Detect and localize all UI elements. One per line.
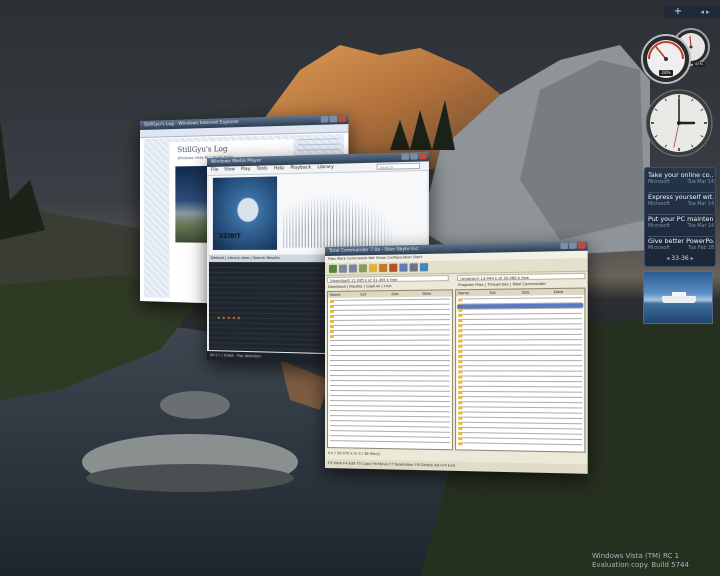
- menu-tools[interactable]: Tools: [256, 165, 267, 173]
- ftp-icon[interactable]: [399, 263, 408, 272]
- pack-icon[interactable]: [379, 263, 388, 273]
- maximize-button[interactable]: [569, 242, 577, 249]
- window-controls: [560, 242, 586, 250]
- feed-date: Tue Mar 14: [687, 202, 714, 207]
- album-cover: XZIBIT: [212, 176, 278, 250]
- minimize-button[interactable]: [560, 242, 569, 250]
- rock-small: [160, 391, 230, 419]
- col-ext[interactable]: Ext: [358, 291, 389, 297]
- media-player-title: Windows Media Player: [210, 158, 262, 165]
- slideshow-boat: [662, 296, 696, 303]
- feed-item[interactable]: Put your PC mainten... Microsoft Tue Mar …: [648, 215, 714, 235]
- evaluation-watermark: Windows Vista (TM) RC 1 Evaluation copy.…: [592, 552, 720, 570]
- windows-sidebar: + ◂ ▸ 28% 47% Take your online co... Mic…: [640, 0, 720, 576]
- maximize-button[interactable]: [410, 153, 418, 160]
- rock-large-shadow: [86, 464, 294, 492]
- full-view-icon[interactable]: [348, 264, 357, 273]
- menu-play[interactable]: Play: [241, 166, 250, 174]
- feed-next-button[interactable]: ▸: [691, 255, 694, 262]
- feed-title: Put your PC mainten...: [648, 215, 714, 223]
- memory-percent: 47%: [693, 62, 705, 67]
- cpu-meter-gadget[interactable]: 28% 47%: [641, 25, 715, 85]
- close-button[interactable]: [577, 242, 586, 249]
- minimize-button[interactable]: [320, 116, 329, 123]
- add-gadget-button[interactable]: +: [672, 6, 684, 18]
- slideshow-gadget[interactable]: [643, 271, 713, 324]
- folder-icons: [329, 299, 334, 340]
- close-button[interactable]: [419, 152, 427, 160]
- col-name[interactable]: Name: [456, 290, 487, 297]
- sidebar-toolbar: + ◂ ▸: [664, 6, 720, 18]
- feed-item[interactable]: Take your online co... Microsoft Tue Mar …: [648, 171, 714, 191]
- feed-item[interactable]: Express yourself wit... Microsoft Tue Mar…: [648, 193, 714, 213]
- feed-source: Microsoft: [648, 246, 670, 251]
- feed-prev-button[interactable]: ◂: [666, 255, 669, 262]
- feed-title: Express yourself wit...: [648, 193, 714, 201]
- search-icon[interactable]: [409, 263, 418, 272]
- right-file-list[interactable]: [458, 297, 583, 450]
- feed-range: 33-36: [671, 255, 689, 262]
- unpack-icon[interactable]: [389, 263, 398, 272]
- col-date[interactable]: Date: [552, 289, 585, 296]
- clock-face: [645, 89, 713, 157]
- col-date[interactable]: Date: [420, 290, 452, 297]
- maximize-button[interactable]: [329, 115, 338, 123]
- watermark-line-2: Evaluation copy. Build 5744: [592, 561, 689, 569]
- folder-icons: [458, 298, 463, 448]
- col-size[interactable]: Size: [389, 291, 420, 297]
- slideshow-boat-cabin: [672, 292, 686, 296]
- media-search-input[interactable]: Search: [376, 162, 421, 170]
- blog-title[interactable]: StillGyu's Log: [177, 145, 227, 154]
- col-ext[interactable]: Ext: [488, 289, 520, 296]
- feed-title: Give better PowerPo...: [648, 237, 714, 245]
- total-commander-window[interactable]: Total Commander 7.0a - Stan Sbyte Inc. F…: [325, 241, 588, 474]
- gadget-nav-arrows[interactable]: ◂ ▸: [694, 6, 716, 18]
- menu-help[interactable]: Help: [274, 165, 284, 173]
- rating-stars[interactable]: ★★★★★: [217, 316, 242, 321]
- menu-file[interactable]: File: [211, 167, 218, 175]
- cpu-percent: 28%: [659, 70, 673, 76]
- menu-view[interactable]: View: [224, 166, 235, 174]
- clock-gadget[interactable]: [644, 88, 714, 158]
- window-controls: [401, 152, 427, 160]
- feed-headlines-gadget: Take your online co... Microsoft Tue Mar …: [644, 167, 716, 267]
- close-button[interactable]: [338, 115, 347, 123]
- col-name[interactable]: Name: [328, 292, 358, 298]
- feed-date: Tue Feb 28: [688, 246, 714, 251]
- album-text: XZIBIT: [218, 232, 241, 240]
- tc-title: Total Commander 7.0a - Stan Sbyte Inc.: [328, 246, 420, 254]
- feed-date: Tue Mar 14: [687, 224, 714, 229]
- feed-source: Microsoft: [648, 224, 670, 229]
- feed-source: Microsoft: [648, 180, 670, 185]
- folder-icon[interactable]: [368, 264, 378, 273]
- right-file-panel[interactable]: Name Ext Size Date: [455, 287, 586, 453]
- brief-view-icon[interactable]: [338, 264, 347, 273]
- feed-title: Take your online co...: [648, 171, 714, 179]
- watermark-line-1: Windows Vista (TM) RC 1: [592, 552, 680, 560]
- right-column-headers: Name Ext Size Date: [456, 288, 585, 297]
- now-playing-area: XZIBIT: [208, 170, 427, 254]
- feed-source: Microsoft: [648, 202, 670, 207]
- window-controls: [320, 115, 347, 123]
- library-pane[interactable]: ★★★★★: [208, 262, 329, 354]
- left-column-headers: Name Ext Size Date: [327, 290, 452, 298]
- refresh-icon[interactable]: [328, 264, 337, 273]
- menu-playback[interactable]: Playback: [290, 164, 311, 173]
- menu-library[interactable]: Library: [317, 164, 333, 173]
- col-size[interactable]: Size: [519, 289, 551, 296]
- visualization: [283, 192, 400, 248]
- left-file-panel[interactable]: Name Ext Size Date: [326, 289, 453, 451]
- sync-icon[interactable]: [419, 263, 429, 272]
- cpu-meter-graphic: [641, 28, 710, 84]
- feed-pager: ◂ 33-36 ▸: [645, 254, 715, 264]
- feed-date: Tue Mar 14: [687, 180, 714, 185]
- left-file-list[interactable]: [329, 298, 450, 448]
- minimize-button[interactable]: [401, 153, 410, 160]
- tree-icon[interactable]: [358, 264, 367, 273]
